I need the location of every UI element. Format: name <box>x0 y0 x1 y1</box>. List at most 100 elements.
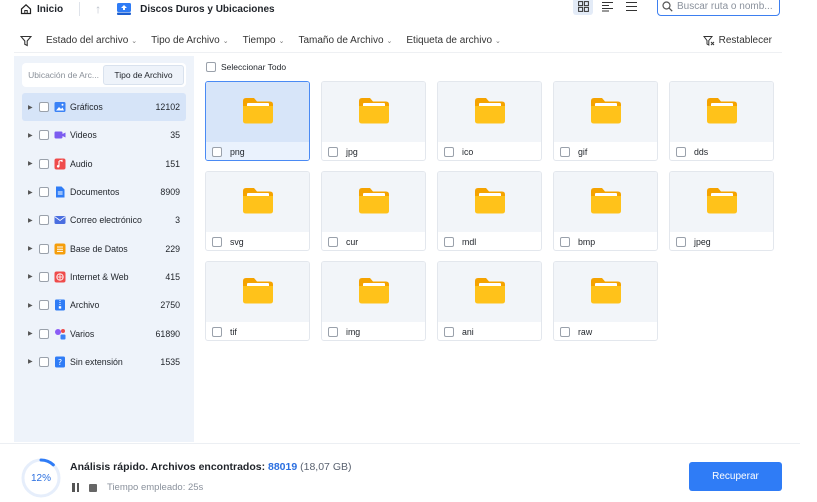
search-input[interactable] <box>677 0 777 12</box>
folder-thumbnail[interactable] <box>322 172 425 232</box>
expand-arrow-icon[interactable]: ▶ <box>28 160 37 167</box>
folder-card[interactable]: mdl <box>437 171 542 251</box>
folder-thumbnail[interactable] <box>554 262 657 322</box>
folder-card[interactable]: tif <box>205 261 310 341</box>
folder-card[interactable]: png <box>205 81 310 161</box>
folder-thumbnail[interactable] <box>322 262 425 322</box>
folder-thumbnail[interactable] <box>670 82 773 142</box>
reset-filters-button[interactable]: Restablecer <box>702 35 772 47</box>
checkbox[interactable] <box>676 147 686 157</box>
folder-card[interactable]: bmp <box>553 171 658 251</box>
misc-icon <box>54 328 66 340</box>
checkbox[interactable] <box>212 237 222 247</box>
filter-file-status[interactable]: Estado del archivo ⌄ <box>46 35 137 46</box>
checkbox[interactable] <box>444 327 454 337</box>
folder-card[interactable]: svg <box>205 171 310 251</box>
folder-thumbnail[interactable] <box>438 172 541 232</box>
expand-arrow-icon[interactable]: ▶ <box>28 273 37 280</box>
expand-arrow-icon[interactable]: ▶ <box>28 302 37 309</box>
checkbox[interactable] <box>444 237 454 247</box>
folder-thumbnail[interactable] <box>438 82 541 142</box>
checkbox[interactable] <box>328 327 338 337</box>
sidebar-item-web[interactable]: ▶ Internet & Web 415 <box>22 263 186 291</box>
folder-card[interactable]: gif <box>553 81 658 161</box>
recover-button[interactable]: Recuperar <box>689 462 782 491</box>
folder-thumbnail[interactable] <box>554 82 657 142</box>
checkbox[interactable] <box>39 187 49 198</box>
folder-card[interactable]: img <box>321 261 426 341</box>
expand-arrow-icon[interactable]: ▶ <box>28 358 37 365</box>
checkbox[interactable] <box>444 147 454 157</box>
folder-icon <box>241 185 275 220</box>
list-view-button[interactable] <box>597 0 617 15</box>
home-button[interactable]: Inicio <box>20 3 63 15</box>
expand-arrow-icon[interactable]: ▶ <box>28 189 37 196</box>
checkbox[interactable] <box>39 328 49 339</box>
filter-time[interactable]: Tiempo ⌄ <box>243 35 285 46</box>
checkbox[interactable] <box>212 327 222 337</box>
grid-view-button[interactable] <box>573 0 593 15</box>
folder-card[interactable]: ico <box>437 81 542 161</box>
expand-arrow-icon[interactable]: ▶ <box>28 104 37 111</box>
image-icon <box>54 101 66 113</box>
checkbox[interactable] <box>560 327 570 337</box>
stop-button[interactable] <box>89 483 97 492</box>
category-label: Correo electrónico <box>70 215 142 226</box>
checkbox[interactable] <box>560 237 570 247</box>
folder-thumbnail[interactable] <box>322 82 425 142</box>
checkbox[interactable] <box>39 215 49 226</box>
pause-button[interactable] <box>72 483 79 492</box>
folder-card[interactable]: ani <box>437 261 542 341</box>
expand-arrow-icon[interactable]: ▶ <box>28 330 37 337</box>
checkbox[interactable] <box>39 243 49 254</box>
folder-thumbnail[interactable] <box>438 262 541 322</box>
checkbox[interactable] <box>39 130 49 141</box>
checkbox[interactable] <box>212 147 222 157</box>
checkbox[interactable] <box>560 147 570 157</box>
filter-file-type[interactable]: Tipo de Archivo ⌄ <box>151 35 228 46</box>
search-box[interactable] <box>657 0 780 16</box>
filter-label: Etiqueta de archivo <box>406 35 493 46</box>
search-icon <box>662 0 673 12</box>
category-label: Documentos <box>70 187 120 198</box>
checkbox[interactable] <box>328 147 338 157</box>
folder-thumbnail[interactable] <box>554 172 657 232</box>
folder-thumbnail[interactable] <box>206 172 309 232</box>
select-all-checkbox[interactable]: Seleccionar Todo <box>206 62 286 72</box>
expand-arrow-icon[interactable]: ▶ <box>28 245 37 252</box>
sidebar-item-archive[interactable]: ▶ Archivo 2750 <box>22 291 186 319</box>
checkbox[interactable] <box>39 102 49 113</box>
up-arrow-button[interactable]: ↑ <box>86 0 110 18</box>
expand-arrow-icon[interactable]: ▶ <box>28 217 37 224</box>
folder-card[interactable]: raw <box>553 261 658 341</box>
folder-card[interactable]: jpeg <box>669 171 774 251</box>
checkbox[interactable] <box>39 158 49 169</box>
folder-thumbnail[interactable] <box>206 262 309 322</box>
checkbox[interactable] <box>39 356 49 367</box>
checkbox[interactable] <box>39 271 49 282</box>
sidebar-item-mail[interactable]: ▶ Correo electrónico 3 <box>22 206 186 234</box>
sidebar-item-database[interactable]: ▶ Base de Datos 229 <box>22 234 186 262</box>
details-view-button[interactable] <box>621 0 641 15</box>
checkbox[interactable] <box>39 300 49 311</box>
folder-thumbnail[interactable] <box>670 172 773 232</box>
folder-card[interactable]: dds <box>669 81 774 161</box>
checkbox[interactable] <box>206 62 216 72</box>
sidebar-item-document[interactable]: ▶ Documentos 8909 <box>22 178 186 206</box>
folder-footer: bmp <box>554 232 657 250</box>
sidebar-item-image[interactable]: ▶ Gráficos 12102 <box>22 93 186 122</box>
tab-file-location[interactable]: Ubicación de Arc... <box>24 65 103 85</box>
folder-thumbnail[interactable] <box>206 82 309 142</box>
sidebar-item-video[interactable]: ▶ Videos 35 <box>22 121 186 149</box>
expand-arrow-icon[interactable]: ▶ <box>28 132 37 139</box>
checkbox[interactable] <box>676 237 686 247</box>
sidebar-item-unknown-file[interactable]: ▶? Sin extensión 1535 <box>22 348 186 376</box>
folder-card[interactable]: jpg <box>321 81 426 161</box>
sidebar-item-music[interactable]: ▶ Audio 151 <box>22 150 186 178</box>
tab-file-type[interactable]: Tipo de Archivo <box>103 65 184 85</box>
checkbox[interactable] <box>328 237 338 247</box>
filter-file-tag[interactable]: Etiqueta de archivo ⌄ <box>406 35 501 46</box>
filter-file-size[interactable]: Tamaño de Archivo ⌄ <box>298 35 392 46</box>
sidebar-item-misc[interactable]: ▶ Varios 61890 <box>22 319 186 347</box>
folder-card[interactable]: cur <box>321 171 426 251</box>
